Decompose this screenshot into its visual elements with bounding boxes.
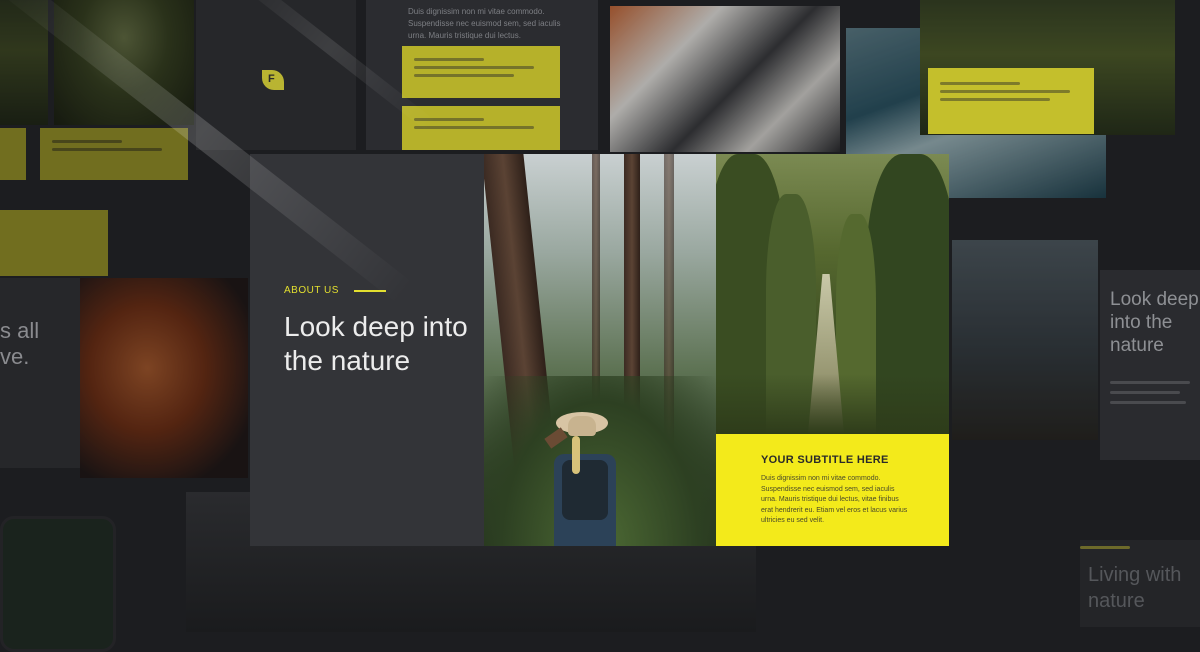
- bg-text-panel: Duis dignissim non mi vitae commodo. Sus…: [366, 0, 598, 150]
- bg-body-line: Duis dignissim non mi vitae commodo.: [408, 7, 545, 16]
- bg-text-panel: Look deep into the nature: [1100, 270, 1200, 460]
- hiker-photo: [484, 154, 716, 546]
- bg-mountain-illustration: [610, 6, 840, 152]
- subtitle-card: YOUR SUBTITLE HERE Duis dignissim non mi…: [716, 434, 949, 546]
- logo-letter: F: [268, 73, 275, 85]
- bg-forest-photo: [54, 0, 194, 125]
- bg-heading-line: Living with: [1088, 564, 1182, 586]
- bg-text-panel: Living with nature: [1080, 540, 1200, 627]
- section-label: ABOUT US: [284, 285, 339, 296]
- bg-yellow-box: [928, 68, 1094, 134]
- bg-heading-line: nature: [1088, 590, 1145, 612]
- bg-body-line: urna. Mauris tristique dui lectus.: [408, 31, 521, 40]
- bg-heading-line: s all: [0, 318, 40, 343]
- logo-leaf-icon: F: [262, 70, 284, 90]
- about-us-panel: ABOUT US Look deep into the nature: [250, 154, 484, 546]
- bg-logo-panel: F: [196, 0, 356, 150]
- bg-yellow-box: [0, 128, 26, 180]
- slide-heading: Look deep into the nature: [284, 311, 468, 376]
- bg-heading-line: into the: [1110, 312, 1173, 333]
- bg-forest-photo: [0, 0, 48, 125]
- accent-rule: [354, 290, 386, 292]
- bg-yellow-box: [402, 106, 560, 150]
- bg-yellow-box: [0, 210, 108, 276]
- bg-red-rock-photo: [80, 278, 248, 478]
- bg-body-line: Suspendisse nec euismod sem, sed iaculis: [408, 19, 561, 28]
- bg-heading-line: ve.: [0, 344, 30, 369]
- bg-yellow-box: [402, 46, 560, 98]
- forest-path-photo: [716, 154, 949, 434]
- bg-coast-photo: [952, 240, 1098, 440]
- bg-phone-mockup: [0, 516, 116, 652]
- bg-yellow-box: [40, 128, 188, 180]
- card-body-text: Duis dignissim non mi vitae commodo. Sus…: [761, 475, 908, 524]
- bg-heading-line: nature: [1110, 335, 1164, 356]
- card-subtitle: YOUR SUBTITLE HERE: [761, 454, 889, 466]
- bg-heading-line: Look deep: [1110, 289, 1199, 310]
